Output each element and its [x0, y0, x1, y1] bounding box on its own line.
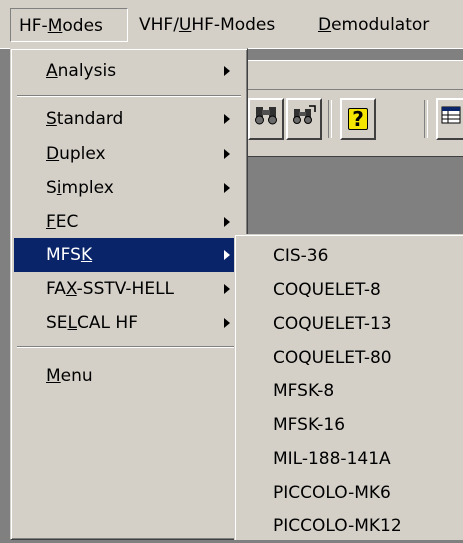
submenu-item-piccolo-mk12[interactable]: PICCOLO-MK12 [238, 509, 460, 543]
submenu-item-cis-36[interactable]: CIS-36 [238, 239, 460, 273]
menubar: HF-Modes VHF/UHF-Modes Demodulator [0, 0, 463, 49]
help-icon[interactable]: ? [340, 98, 376, 140]
submenu-item-coquelet-13[interactable]: COQUELET-13 [238, 307, 460, 341]
submenu-item-mil-188-141a[interactable]: MIL-188-141A [238, 442, 460, 476]
menu-separator [17, 95, 241, 97]
menu-separator [17, 346, 241, 348]
submenu-arrow-icon [224, 250, 230, 260]
background-strip [248, 60, 463, 90]
binoculars-refresh-icon[interactable] [286, 98, 322, 140]
submenu-arrow-icon [224, 183, 230, 193]
toolbar-separator [424, 100, 428, 138]
submenu-item-piccolo-mk6[interactable]: PICCOLO-MK6 [238, 476, 460, 510]
menu-item-standard[interactable]: Standard [14, 102, 244, 136]
submenu-item-coquelet-80[interactable]: COQUELET-80 [238, 341, 460, 375]
menu-item-menu[interactable]: Menu [14, 359, 244, 393]
menu-item-mfsk[interactable]: MFSK [14, 238, 244, 272]
hf-modes-dropdown: Analysis Standard Duplex Simplex FEC MFS… [10, 48, 248, 540]
submenu-arrow-icon [224, 149, 230, 159]
menu-item-selcal-hf[interactable]: SELCAL HF [14, 306, 244, 340]
submenu-arrow-icon [224, 114, 230, 124]
submenu-arrow-icon [224, 217, 230, 227]
toolbar: ? [248, 90, 463, 157]
menu-hf-modes[interactable]: HF-Modes [10, 8, 128, 42]
submenu-item-coquelet-8[interactable]: COQUELET-8 [238, 273, 460, 307]
mfsk-submenu: CIS-36 COQUELET-8 COQUELET-13 COQUELET-8… [234, 234, 463, 540]
menu-vhf-uhf-modes[interactable]: VHF/UHF-Modes [131, 8, 283, 42]
menu-item-duplex[interactable]: Duplex [14, 137, 244, 171]
submenu-item-mfsk-8[interactable]: MFSK-8 [238, 374, 460, 408]
binoculars-icon[interactable] [248, 98, 284, 140]
menu-demodulator[interactable]: Demodulator [310, 8, 437, 42]
menu-item-fec[interactable]: FEC [14, 205, 244, 239]
menu-item-fax-sstv-hell[interactable]: FAX-SSTV-HELL [14, 272, 244, 306]
menu-item-analysis[interactable]: Analysis [14, 54, 244, 88]
table-icon[interactable] [436, 98, 463, 140]
submenu-arrow-icon [224, 66, 230, 76]
menu-item-simplex[interactable]: Simplex [14, 171, 244, 205]
submenu-arrow-icon [224, 284, 230, 294]
submenu-arrow-icon [224, 318, 230, 328]
toolbar-separator [328, 100, 332, 138]
submenu-item-mfsk-16[interactable]: MFSK-16 [238, 408, 460, 442]
